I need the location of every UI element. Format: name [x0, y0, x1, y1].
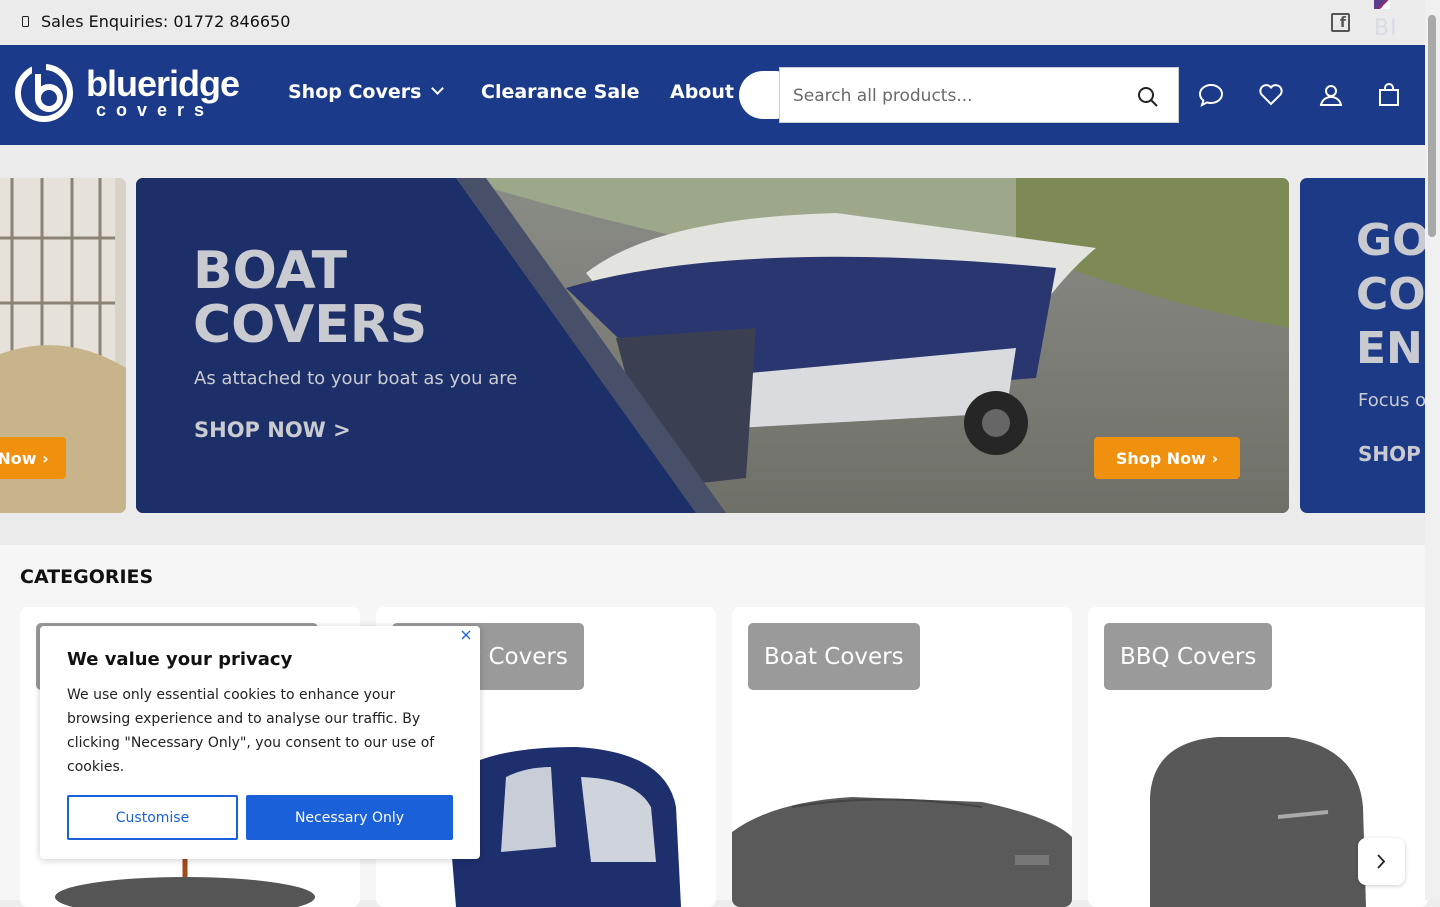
hero-carousel: Now › BOAT COVERS As attached to your bo…	[0, 145, 1440, 545]
next-slide-cta[interactable]: SHOP	[1358, 442, 1421, 466]
site-header: blueridge covers Shop Covers Clearance S…	[0, 45, 1425, 145]
heart-icon[interactable]	[1258, 82, 1284, 108]
next-title-line2: CO	[1356, 269, 1426, 320]
slide-previous[interactable]: Now ›	[0, 178, 126, 513]
nav-clearance-sale[interactable]: Clearance Sale	[481, 81, 640, 103]
page-scrollbar[interactable]	[1425, 0, 1440, 900]
next-title-line1: GO	[1356, 215, 1430, 266]
search-icon[interactable]	[1137, 86, 1159, 108]
chevron-down-icon	[431, 82, 445, 95]
hero-title: BOAT COVERS	[193, 244, 427, 352]
chat-icon[interactable]	[1198, 82, 1224, 108]
next-title-line3: EN	[1356, 323, 1423, 374]
next-slide-subtitle: Focus o	[1358, 390, 1427, 411]
shop-now-button[interactable]: Shop Now ›	[1094, 437, 1240, 479]
boat-cover-image	[732, 797, 1072, 907]
nav-about[interactable]: About	[670, 81, 734, 103]
close-icon[interactable]	[459, 628, 473, 642]
facebook-icon[interactable]: f	[1331, 13, 1350, 32]
cookie-title: We value your privacy	[67, 649, 293, 670]
category-card-boat[interactable]: Boat Covers	[732, 607, 1072, 907]
search-box	[779, 67, 1179, 123]
slide-next[interactable]: GO CO EN Focus o SHOP	[1300, 178, 1440, 513]
nav-shop-covers[interactable]: Shop Covers	[288, 81, 445, 103]
necessary-only-button[interactable]: Necessary Only	[246, 795, 453, 840]
top-bar: Sales Enquiries: 01772 846650 f BI	[0, 0, 1425, 45]
phone-icon	[22, 16, 29, 27]
search-input[interactable]	[793, 81, 1123, 111]
slide-boat-covers[interactable]: BOAT COVERS As attached to your boat as …	[136, 178, 1289, 513]
shop-now-label: Shop Now	[1115, 448, 1206, 468]
prev-shop-now-label: Now	[0, 448, 37, 468]
logo-text-main: blueridge	[86, 63, 239, 104]
hero-subtitle: As attached to your boat as you are	[194, 368, 518, 389]
scrollbar-thumb[interactable]	[1428, 15, 1436, 237]
hero-cta-text[interactable]: SHOP NOW >	[194, 418, 351, 442]
blueridge-logo[interactable]: blueridge covers	[12, 60, 262, 126]
prev-shop-now-button[interactable]: Now ›	[0, 437, 66, 479]
language-flag-icon[interactable]	[1374, 0, 1390, 9]
logo-text-sub: covers	[96, 100, 214, 120]
language-code[interactable]: BI	[1374, 16, 1398, 41]
hero-title-line2: COVERS	[193, 295, 428, 355]
account-icon[interactable]	[1318, 82, 1344, 108]
nav-shop-covers-label: Shop Covers	[288, 81, 422, 103]
sales-enquiries: Sales Enquiries: 01772 846650	[41, 12, 291, 31]
categories-heading: CATEGORIES	[20, 566, 154, 588]
cookie-text: We use only essential cookies to enhance…	[67, 687, 435, 775]
chevron-right-icon	[1377, 854, 1386, 869]
hero-title-line1: BOAT	[193, 241, 348, 301]
next-slide-title: GO CO EN	[1356, 214, 1430, 376]
customise-button[interactable]: Customise	[67, 795, 238, 840]
bag-icon[interactable]	[1376, 82, 1402, 108]
cookie-consent-banner: We value your privacy We use only essent…	[40, 626, 480, 859]
category-next-button[interactable]	[1358, 838, 1405, 885]
